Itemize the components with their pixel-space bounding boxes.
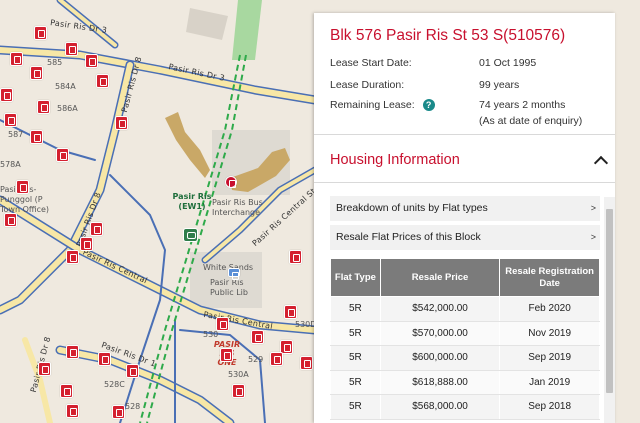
- table-row: 5R $618,888.00 Jan 2019: [330, 370, 600, 395]
- chevron-right-icon: >: [590, 232, 596, 242]
- hdb-block-pin-icon[interactable]: [66, 345, 79, 359]
- hdb-block-pin-icon[interactable]: [60, 384, 73, 398]
- resale-price-cell: $542,000.00: [379, 296, 501, 322]
- hdb-block-pin-icon[interactable]: [0, 88, 13, 102]
- registration-date-cell: Sep 2018: [499, 394, 600, 420]
- hdb-block-pin-icon[interactable]: [289, 250, 302, 264]
- scrollbar-thumb[interactable]: [606, 209, 613, 393]
- hdb-block-pin-icon[interactable]: [80, 237, 93, 251]
- block-label: 586A: [57, 104, 78, 113]
- table-row: 5R $568,000.00 Sep 2018: [330, 394, 600, 420]
- place-label-library: Pasir Ris Public Lib: [210, 278, 248, 297]
- library-mail-icon: [228, 268, 240, 280]
- registration-date-cell: Jan 2019: [499, 370, 600, 395]
- block-label: 528C: [104, 380, 125, 389]
- flat-type-cell: 5R: [330, 370, 381, 395]
- place-label-interchange: Pasir Ris Bus Interchange: [212, 198, 263, 217]
- flat-type-cell: 5R: [330, 345, 381, 371]
- registration-date-cell: Feb 2020: [499, 296, 600, 322]
- lease-start-value: 01 Oct 1995: [479, 57, 537, 69]
- resale-price-cell: $568,000.00: [379, 394, 501, 420]
- table-row: 5R $542,000.00 Feb 2020: [330, 296, 600, 322]
- block-title: Blk 576 Pasir Ris St 53 S(510576): [330, 27, 566, 44]
- block-label: 530: [203, 330, 219, 339]
- column-header-registration-date: Resale Registration Date: [499, 258, 600, 297]
- registration-date-cell: Sep 2019: [499, 345, 600, 371]
- resale-price-cell: $600,000.00: [379, 345, 501, 371]
- divider: [314, 134, 615, 135]
- hdb-block-pin-icon[interactable]: [251, 330, 264, 344]
- lease-duration-value: 99 years: [479, 79, 520, 91]
- hdb-block-pin-icon[interactable]: [216, 317, 229, 331]
- mrt-station-icon[interactable]: [183, 228, 198, 242]
- block-info-panel: Blk 576 Pasir Ris St 53 S(510576) Lease …: [314, 13, 615, 423]
- hdb-block-pin-icon[interactable]: [90, 222, 103, 236]
- hdb-block-pin-icon[interactable]: [56, 148, 69, 162]
- hdb-block-pin-icon[interactable]: [115, 116, 128, 130]
- hdb-block-pin-icon[interactable]: [65, 42, 78, 56]
- hdb-block-pin-icon[interactable]: [30, 130, 43, 144]
- hdb-block-pin-icon[interactable]: [4, 113, 17, 127]
- hdb-block-pin-icon[interactable]: [4, 213, 17, 227]
- place-label-town-office: Pasir Ris-Punggol (P Town Office): [0, 185, 50, 214]
- breakdown-units-label: Breakdown of units by Flat types: [336, 202, 488, 214]
- column-header-flat-type: Flat Type: [330, 258, 381, 297]
- block-label: 529: [248, 355, 264, 364]
- hdb-block-pin-icon[interactable]: [284, 305, 297, 319]
- remaining-lease-label: Remaining Lease:: [330, 99, 415, 111]
- flat-type-cell: 5R: [330, 321, 381, 346]
- table-row: 5R $600,000.00 Sep 2019: [330, 345, 600, 371]
- remaining-lease-note: (As at date of enquiry): [479, 115, 583, 127]
- hdb-block-pin-icon[interactable]: [300, 356, 313, 370]
- hdb-block-pin-icon[interactable]: [220, 348, 233, 362]
- block-label: 585: [47, 58, 63, 67]
- block-label: 530A: [228, 370, 249, 379]
- hdb-block-pin-icon[interactable]: [112, 405, 125, 419]
- hdb-block-pin-icon[interactable]: [85, 54, 98, 68]
- block-label: 584A: [55, 82, 76, 91]
- hdb-block-pin-icon[interactable]: [126, 364, 139, 378]
- hdb-block-pin-icon[interactable]: [66, 404, 79, 418]
- table-row: 5R $570,000.00 Nov 2019: [330, 321, 600, 346]
- hdb-block-pin-icon[interactable]: [34, 26, 47, 40]
- flat-type-cell: 5R: [330, 296, 381, 322]
- housing-info-heading[interactable]: Housing Information: [330, 152, 460, 168]
- divider: [314, 182, 615, 183]
- chevron-right-icon: >: [590, 203, 596, 213]
- hdb-block-pin-icon[interactable]: [232, 384, 245, 398]
- resale-price-cell: $570,000.00: [379, 321, 501, 346]
- hdb-block-pin-icon[interactable]: [66, 250, 79, 264]
- lease-duration-label: Lease Duration:: [330, 79, 405, 91]
- mrt-station-label: Pasir Ris (EW1): [172, 192, 212, 211]
- hdb-block-pin-icon[interactable]: [37, 100, 50, 114]
- column-header-resale-price: Resale Price: [379, 258, 501, 297]
- remaining-lease-row: Remaining Lease: ?: [330, 99, 435, 112]
- hdb-block-pin-icon[interactable]: [270, 352, 283, 366]
- hdb-block-pin-icon[interactable]: [10, 52, 23, 66]
- registration-date-cell: Nov 2019: [499, 321, 600, 346]
- hdb-block-pin-icon[interactable]: [38, 362, 51, 376]
- bus-interchange-icon[interactable]: [225, 176, 237, 188]
- resale-price-table: Flat Type Resale Price Resale Registrati…: [330, 258, 600, 420]
- lease-start-label: Lease Start Date:: [330, 57, 412, 69]
- hdb-block-pin-icon[interactable]: [98, 352, 111, 366]
- help-icon[interactable]: ?: [422, 99, 435, 112]
- block-label: 578A: [0, 160, 21, 169]
- chevron-up-icon[interactable]: [593, 155, 609, 171]
- hdb-block-pin-icon[interactable]: [16, 180, 29, 194]
- breakdown-units-accordion[interactable]: Breakdown of units by Flat types >: [330, 196, 600, 221]
- resale-prices-accordion[interactable]: Resale Flat Prices of this Block >: [330, 225, 600, 250]
- flat-type-cell: 5R: [330, 394, 381, 420]
- block-label: 587: [8, 130, 24, 139]
- hdb-block-pin-icon[interactable]: [30, 66, 43, 80]
- remaining-lease-years: 74 years 2 months: [479, 99, 566, 111]
- resale-prices-label: Resale Flat Prices of this Block: [336, 231, 481, 243]
- block-label: 528: [125, 402, 141, 411]
- resale-price-cell: $618,888.00: [379, 370, 501, 395]
- hdb-block-pin-icon[interactable]: [96, 74, 109, 88]
- remaining-lease-value: 74 years 2 months (As at date of enquiry…: [479, 97, 582, 129]
